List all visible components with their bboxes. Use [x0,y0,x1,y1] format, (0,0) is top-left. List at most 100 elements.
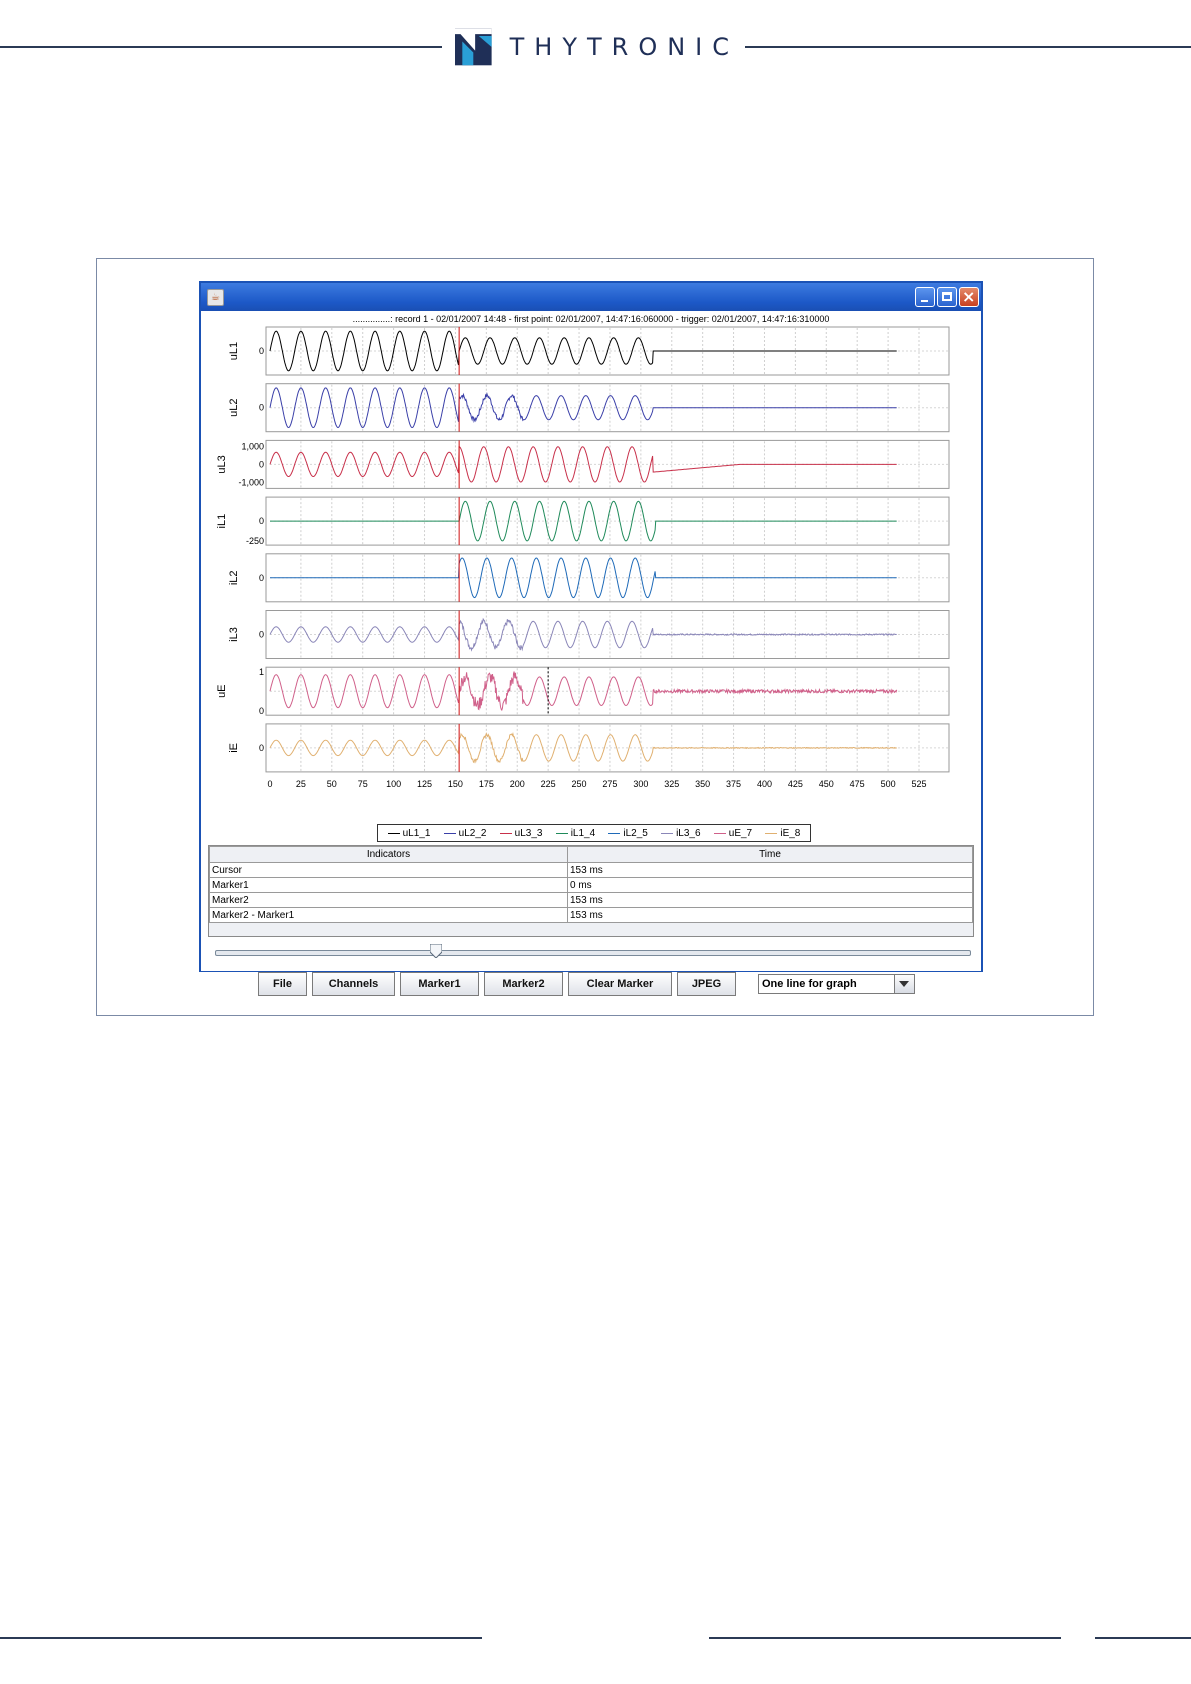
x-tick-label: 525 [911,779,926,789]
legend-label: uL1_1 [402,827,431,839]
waveform-chart-area[interactable]: uL1 0uL2 0uL31,0000-1,000iL1 0-250iL2 0iL3 0u… [201,311,981,823]
legend-item-iL2_5: iL2_5 [608,827,648,839]
maximize-button[interactable] [937,287,957,307]
legend-swatch [661,832,674,834]
chevron-down-icon[interactable] [894,975,914,993]
legend-swatch [443,832,456,834]
time-slider-track[interactable] [215,950,971,956]
indicator-time: 153 ms [567,892,973,908]
y-tick-label: 0 [259,346,264,356]
y-axis-label: uL3 [216,455,228,473]
waveform-panel-iL3[interactable]: iL3 0 [228,610,950,659]
x-tick-label: 25 [296,779,306,789]
legend-item-uL3_3: uL3_3 [499,827,543,839]
jpeg-button[interactable]: JPEG [677,972,736,996]
y-tick-label: 0 [259,403,264,413]
view-mode-value: One line for graph [762,978,857,990]
x-tick-label: 225 [541,779,556,789]
legend-label: iL1_4 [570,827,596,839]
x-tick-label: 450 [819,779,834,789]
clear-marker-button[interactable]: Clear Marker [568,972,672,996]
legend-label: iL2_5 [623,827,648,839]
legend-item-iE_8: iE_8 [765,828,800,839]
legend-label: uE_7 [728,827,753,839]
legend-item-iL1_4: iL1_4 [555,827,596,839]
waveform-panel-uE[interactable]: uE 1 0 [216,666,950,716]
table-row[interactable]: Marker2 - Marker1 153 ms [209,907,973,923]
oscillography-window: ☕ × ...............: record 1 - 02/01/20… [199,281,983,996]
table-row[interactable]: Marker1 0 ms [209,877,973,893]
close-icon: × [962,287,976,306]
table-row[interactable]: Cursor 153 ms [209,862,973,878]
indicators-panel: Indicators Time Cursor 153 ms Marker1 0 … [208,845,974,937]
footer-rule-left [0,1637,482,1639]
indicator-time: 0 ms [567,877,973,893]
footer-rule-middle [709,1637,1061,1639]
marker2-button[interactable]: Marker2 [484,972,563,996]
time-column-header[interactable]: Time [567,846,973,863]
waveform-panel-uL1[interactable]: uL1 0 [228,326,950,376]
close-button[interactable]: × [959,287,979,307]
button-bar: File Channels Marker1 Marker2 Clear Mark… [201,972,981,998]
x-tick-label: 475 [850,779,865,789]
indicator-label: Cursor [209,862,568,878]
waveform-panel-iE[interactable]: iE 0 [228,723,950,773]
x-tick-label: 275 [602,779,617,789]
indicator-time: 153 ms [567,907,973,923]
x-tick-label: 50 [327,779,337,789]
thytronic-logo: THYTRONIC [455,26,739,68]
y-axis-label: iL1 [216,514,228,529]
minimize-icon [921,300,928,302]
waveform-panel-uL3[interactable]: uL3 1,000 0 -1,000 [216,439,950,489]
time-slider-thumb[interactable] [430,944,442,958]
legend-label: uL3_3 [514,827,543,839]
waveform-panel-iL2[interactable]: iL2 0 [228,553,950,603]
waveform-panel-iL1[interactable]: iL1 0 -250 [216,496,950,546]
x-tick-label: 250 [572,779,587,789]
x-tick-label: 0 [267,779,272,789]
x-tick-label: 375 [726,779,741,789]
indicator-label: Marker2 [209,892,568,908]
x-tick-label: 75 [358,779,368,789]
header-rule-right [745,46,1191,48]
x-tick-label: 350 [695,779,710,789]
y-tick-label: 0 [259,743,264,753]
file-button[interactable]: File [258,972,307,996]
x-tick-label: 200 [510,779,525,789]
y-axis-label: uL2 [228,399,240,417]
indicators-column-header[interactable]: Indicators [209,846,568,863]
channels-button[interactable]: Channels [312,972,395,996]
y-tick-label: 0 [259,459,264,469]
y-tick-label: 0 [259,573,264,583]
y-tick-label: 0 [259,706,264,716]
x-tick-label: 425 [788,779,803,789]
y-tick-label: -250 [246,536,264,546]
y-tick-label: -1,000 [238,477,264,487]
waveform-panel-uL2[interactable]: uL2 0 [228,383,950,433]
x-tick-label: 300 [633,779,648,789]
legend-swatch [387,832,400,834]
y-axis-label: iE [228,743,240,753]
marker1-button[interactable]: Marker1 [400,972,479,996]
y-tick-label: 0 [259,630,264,640]
x-tick-label: 175 [479,779,494,789]
y-tick-label: 1,000 [241,441,264,451]
x-tick-label: 150 [448,779,463,789]
legend-swatch [765,832,778,834]
brand-name: THYTRONIC [509,33,739,61]
view-mode-select[interactable]: One line for graph [758,974,915,994]
table-row[interactable]: Marker2 153 ms [209,892,973,908]
legend-swatch [499,832,512,834]
legend-swatch [555,832,568,834]
legend-swatch [713,832,726,834]
chart-legend: uL1_1 uL2_2 uL3_3 iL1_4 iL2_5 iL3_6 uE_7 iE_8 [377,824,811,842]
indicator-time: 153 ms [567,862,973,878]
legend-label: iL3_6 [676,827,701,839]
maximize-icon [942,292,952,301]
minimize-button[interactable] [915,287,935,307]
window-titlebar[interactable]: ☕ × [201,283,981,311]
indicator-label: Marker2 - Marker1 [209,907,568,923]
header-rule-left [0,46,442,48]
x-tick-label: 325 [664,779,679,789]
x-tick-label: 400 [757,779,772,789]
